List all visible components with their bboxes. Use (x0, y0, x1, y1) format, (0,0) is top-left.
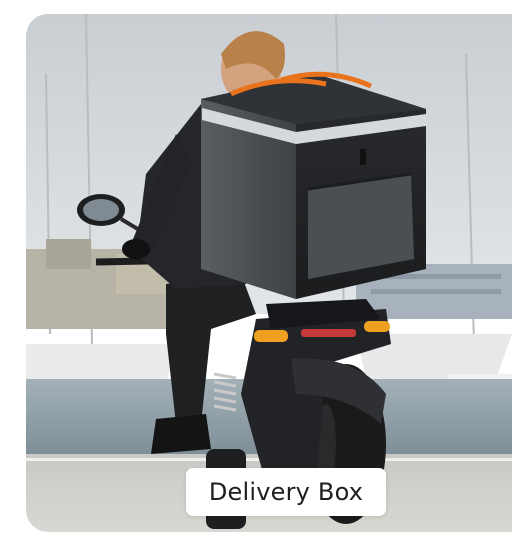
product-card-delivery-box[interactable]: Delivery Box (26, 14, 512, 532)
product-photo (26, 14, 512, 532)
page: Delivery Box (0, 0, 512, 535)
caption-pill: Delivery Box (186, 468, 386, 516)
card-label: Delivery Box (208, 478, 364, 506)
